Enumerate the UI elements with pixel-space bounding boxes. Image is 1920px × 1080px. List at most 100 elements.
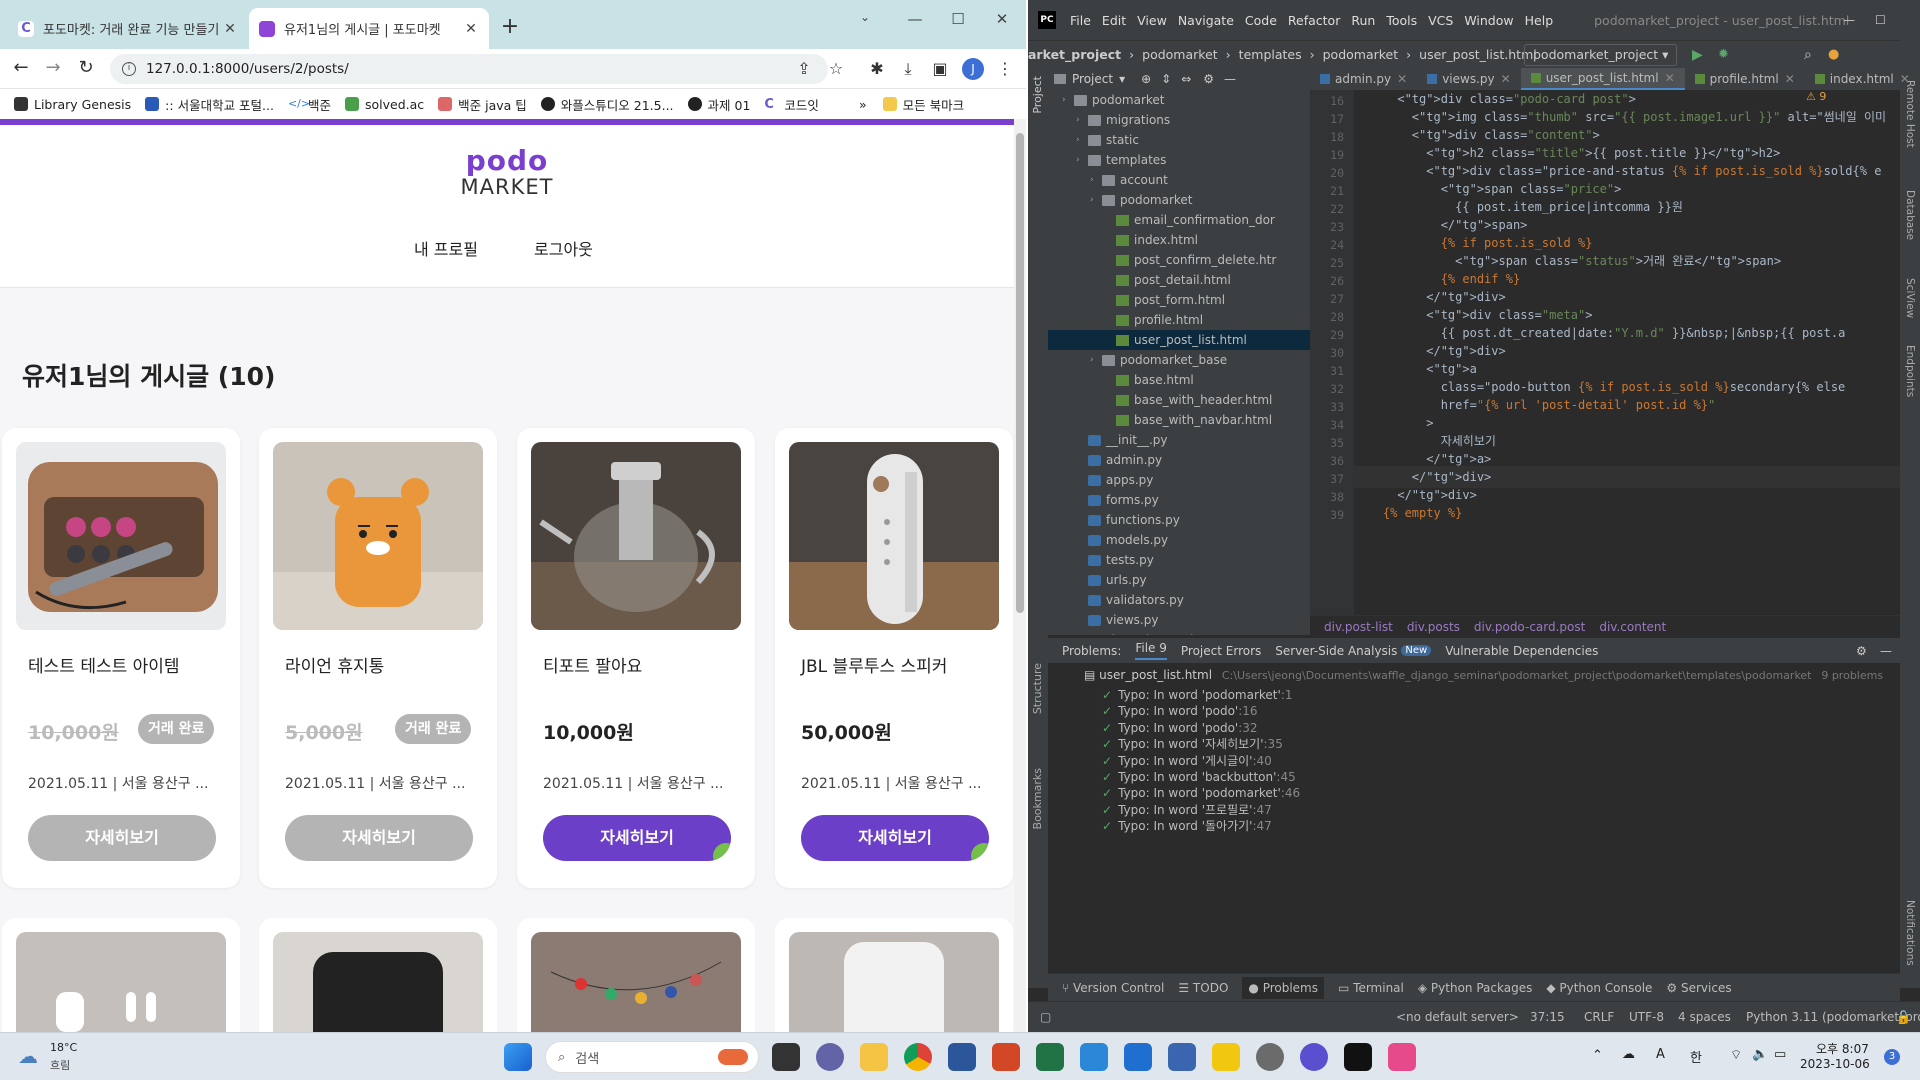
chevron-icon[interactable]: › (1076, 110, 1088, 130)
project-view-select[interactable]: Project (1072, 72, 1113, 86)
close-tab-icon[interactable]: ✕ (1900, 68, 1910, 90)
tree-item[interactable]: › templates (1048, 150, 1166, 170)
ime-hangul[interactable]: 한 (1690, 1047, 1702, 1066)
menu-help[interactable]: Help (1525, 13, 1554, 28)
ime-mode-icon[interactable]: A (1656, 1047, 1665, 1062)
debug-icon[interactable]: ✹ (1718, 47, 1729, 62)
minimize-icon[interactable]: — (900, 10, 930, 28)
chevron-icon[interactable]: › (1090, 170, 1102, 190)
status-indent[interactable]: 4 spaces (1678, 1010, 1731, 1024)
editor-tab[interactable]: profile.html ✕ (1685, 68, 1805, 90)
menu-vcs[interactable]: VCS (1428, 13, 1453, 28)
excel-icon[interactable] (1036, 1043, 1064, 1071)
close-tab-icon[interactable]: ✕ (1397, 68, 1407, 90)
menu-tools[interactable]: Tools (1386, 13, 1417, 28)
detail-button[interactable]: 자세히보기 (543, 815, 731, 861)
code-crumb[interactable]: div.content (1599, 620, 1666, 634)
status-encoding[interactable]: UTF-8 (1629, 1010, 1664, 1024)
bookmark-item[interactable]: 와플스튜디오 21.5... (540, 95, 674, 114)
tree-item[interactable]: functions.py (1048, 510, 1180, 530)
editor-tab[interactable]: admin.py ✕ (1310, 68, 1417, 90)
tree-item[interactable]: post_detail.html (1048, 270, 1231, 290)
notes-icon[interactable] (1168, 1043, 1196, 1071)
my-profile-link[interactable]: 내 프로필 (414, 236, 478, 260)
close-tab-icon[interactable]: ✕ (222, 21, 238, 37)
maximize-icon[interactable]: ☐ (1875, 13, 1886, 27)
tree-item[interactable]: › podomarket_project (1048, 630, 1212, 635)
bookmark-item[interactable]: solved.ac (344, 97, 424, 112)
bookmarks-overflow-icon[interactable]: » (859, 97, 867, 112)
wifi-icon[interactable]: ⌔ (1730, 1047, 1742, 1063)
powerpoint-icon[interactable] (992, 1043, 1020, 1071)
word-icon[interactable] (948, 1043, 976, 1071)
battery-icon[interactable]: ▭ (1774, 1047, 1786, 1062)
problems-file-row[interactable]: ▤ user_post_list.html C:\Users\jeong\Doc… (1084, 665, 1883, 685)
reload-icon[interactable]: ↻ (73, 57, 99, 78)
crumb-project[interactable]: arket_project (1028, 47, 1121, 62)
side-panel-icon[interactable]: ▣ (929, 59, 951, 78)
chevron-icon[interactable]: › (1090, 190, 1102, 210)
problems-tab[interactable]: ● Problems (1242, 976, 1324, 999)
bookmarks-tool-tab[interactable]: Bookmarks (1031, 768, 1044, 829)
close-tab-icon[interactable]: ✕ (463, 21, 479, 37)
hide-icon[interactable]: — (1224, 72, 1236, 86)
tree-item[interactable]: profile.html (1048, 310, 1203, 330)
sticky-notes-icon[interactable] (1212, 1043, 1240, 1071)
code-crumb[interactable]: div.post-list (1324, 620, 1393, 634)
site-info-icon[interactable]: i (122, 62, 136, 76)
bookmark-item[interactable]: Library Genesis (14, 97, 131, 112)
detail-button[interactable]: 자세히보기 (285, 815, 473, 861)
gear-icon[interactable]: ⚙ (1856, 644, 1867, 658)
chrome-icon[interactable] (904, 1043, 932, 1071)
bookmark-item[interactable]: 백준 java 팁 (438, 95, 527, 114)
tree-item[interactable]: › static (1048, 130, 1139, 150)
bookmark-star-icon[interactable]: ☆ (825, 59, 847, 78)
tree-item[interactable]: apps.py (1048, 470, 1153, 490)
tree-item[interactable]: __init__.py (1048, 430, 1168, 450)
crumb-folder[interactable]: templates (1239, 47, 1302, 62)
scrollbar-thumb[interactable] (1016, 133, 1024, 613)
close-tab-icon[interactable]: ✕ (1785, 68, 1795, 90)
notifications-tab[interactable]: Notifications (1904, 900, 1916, 966)
volume-icon[interactable]: 🔈 (1752, 1047, 1768, 1062)
chevron-icon[interactable]: › (1062, 630, 1074, 635)
lock-icon[interactable]: 🔓 (1896, 1010, 1911, 1024)
editor-tab[interactable]: index.html ✕ (1805, 68, 1920, 90)
tree-item[interactable]: base.html (1048, 370, 1194, 390)
status-line-separator[interactable]: CRLF (1584, 1010, 1614, 1024)
project-tool-tab[interactable]: Project (1031, 76, 1044, 114)
tree-item[interactable]: index.html (1048, 230, 1198, 250)
sciview-tab[interactable]: SciView (1904, 278, 1916, 318)
services-tab[interactable]: ⚙ Services (1666, 981, 1731, 995)
share-icon[interactable]: ⇪ (793, 59, 815, 78)
maximize-icon[interactable]: ☐ (943, 10, 973, 28)
new-tab-icon[interactable]: + (498, 14, 522, 39)
tab-inactive[interactable]: C 포도마켓: 거래 완료 기능 만들기 ✕ (8, 8, 248, 49)
download-icon[interactable]: ⤓ (897, 59, 919, 79)
tab-active[interactable]: 유저1님의 게시글 | 포도마켓 ✕ (249, 8, 489, 49)
tree-item[interactable]: › podomarket (1048, 90, 1165, 110)
chevron-icon[interactable]: › (1090, 350, 1102, 370)
tab-server-side-analysis[interactable]: Server-Side Analysis (1275, 644, 1397, 658)
minimize-icon[interactable]: — (1843, 13, 1855, 27)
tree-item[interactable]: › podomarket (1048, 190, 1193, 210)
menu-kebab-icon[interactable]: ⋮ (994, 59, 1016, 78)
terminal-tab[interactable]: ▭ Terminal (1338, 981, 1404, 995)
close-tab-icon[interactable]: ✕ (1501, 68, 1511, 90)
update-icon[interactable]: ● (1828, 47, 1839, 62)
file-explorer-icon[interactable] (860, 1043, 888, 1071)
extensions-icon[interactable]: ✱ (866, 59, 888, 78)
forward-icon[interactable]: → (40, 57, 66, 78)
status-server[interactable]: <no default server> (1396, 1010, 1519, 1024)
chevron-icon[interactable]: › (1076, 130, 1088, 150)
notification-badge[interactable]: 3 (1884, 1049, 1900, 1065)
search-icon[interactable]: ⌕ (1804, 47, 1812, 63)
endpoints-tab[interactable]: Endpoints (1904, 345, 1916, 397)
editor-tab[interactable]: views.py ✕ (1417, 68, 1520, 90)
bookmark-item[interactable]: :: 서울대학교 포털... (145, 95, 274, 114)
windows-start-icon[interactable] (504, 1043, 532, 1071)
chevron-icon[interactable]: › (1076, 150, 1088, 170)
tree-item[interactable]: base_with_navbar.html (1048, 410, 1272, 430)
menu-refactor[interactable]: Refactor (1288, 13, 1340, 28)
layout-icon[interactable]: ▢ (1040, 1010, 1051, 1024)
